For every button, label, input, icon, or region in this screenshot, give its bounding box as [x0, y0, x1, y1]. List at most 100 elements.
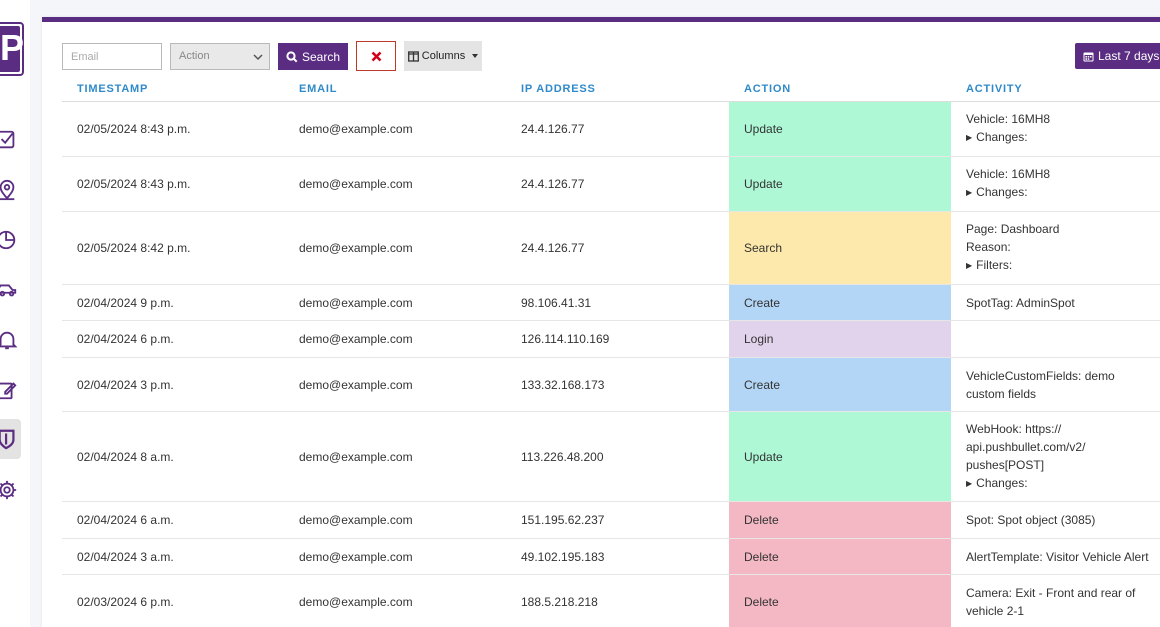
column-header-timestamp[interactable]: TIMESTAMP: [62, 79, 284, 102]
table-row: 02/03/2024 6 p.m. demo@example.com 188.5.2…: [62, 574, 1160, 627]
search-button[interactable]: Search: [278, 43, 348, 70]
activity-line: Vehicle: 16MH8: [966, 112, 1051, 126]
caret-down-icon: [472, 54, 479, 58]
sidebar-item-reports[interactable]: [0, 227, 20, 253]
details-toggle[interactable]: ▶ Changes:: [966, 474, 1160, 494]
table-header-row: TIMESTAMP EMAIL IP ADDRESS ACTION ACTIVI…: [62, 79, 1160, 102]
ip-address-cell: 98.106.41.31: [506, 284, 729, 321]
activity-cell: [951, 320, 1160, 358]
activity-line: WebHook: https://: [966, 421, 1062, 436]
email-cell: demo@example.com: [284, 156, 506, 212]
activity-cell: Spot: Spot object (3085): [951, 501, 1160, 539]
search-icon: [286, 50, 298, 62]
action-filter-value: Action: [179, 50, 210, 62]
sidebar-item-audit[interactable]: [0, 426, 20, 452]
action-cell: Update: [729, 411, 951, 502]
expand-triangle-icon: ▶: [966, 188, 973, 197]
expand-triangle-icon: ▶: [966, 261, 973, 270]
search-button-label: Search: [301, 49, 341, 64]
activity-line: Reason:: [966, 240, 1011, 254]
date-range-button[interactable]: Last 7 days: [1075, 43, 1160, 69]
columns-dropdown-button[interactable]: Columns: [404, 41, 482, 71]
table-row: 02/05/2024 8:43 p.m. demo@example.com 24.4…: [62, 101, 1160, 157]
gear-icon: [0, 480, 17, 500]
email-cell: demo@example.com: [284, 411, 506, 502]
details-toggle-label: Filters:: [976, 258, 1013, 272]
timestamp-cell: 02/04/2024 8 a.m.: [62, 411, 284, 502]
activity-line: SpotTag: AdminSpot: [966, 295, 1075, 310]
column-header-action[interactable]: ACTION: [729, 79, 951, 102]
ip-address-cell: 126.114.110.169: [506, 320, 729, 358]
calendar-icon: [1083, 52, 1094, 61]
details-toggle-label: Changes:: [976, 130, 1028, 144]
sidebar-item-edit[interactable]: [0, 377, 20, 403]
clear-filters-button[interactable]: [356, 41, 396, 71]
table-row: 02/04/2024 3 p.m. demo@example.com 133.32.…: [62, 357, 1160, 412]
details-toggle-label: Changes:: [976, 475, 1028, 490]
timestamp-cell: 02/04/2024 3 p.m.: [62, 357, 284, 412]
expand-triangle-icon: ▶: [966, 133, 973, 142]
chevron-down-icon: [253, 54, 263, 61]
ip-address-cell: 24.4.126.77: [506, 211, 729, 285]
action-cell: Update: [729, 156, 951, 212]
timestamp-cell: 02/03/2024 6 p.m.: [62, 574, 284, 627]
timestamp-cell: 02/04/2024 6 p.m.: [62, 320, 284, 358]
column-header-ip-address[interactable]: IP ADDRESS: [506, 79, 729, 102]
columns-button-label: Columns: [421, 50, 466, 62]
timestamp-cell: 02/05/2024 8:43 p.m.: [62, 101, 284, 157]
details-toggle[interactable]: ▶ Changes:: [966, 183, 1160, 203]
sidebar: P: [0, 0, 30, 627]
bell-icon: [0, 331, 18, 350]
email-cell: demo@example.com: [284, 211, 506, 285]
email-cell: demo@example.com: [284, 357, 506, 412]
sidebar-item-tasks[interactable]: [0, 127, 20, 153]
ip-address-cell: 24.4.126.77: [506, 101, 729, 157]
checkbox-icon: [0, 130, 15, 149]
ip-address-cell: 49.102.195.183: [506, 538, 729, 575]
ip-address-cell: 24.4.126.77: [506, 156, 729, 212]
shield-icon: [0, 429, 15, 450]
app-logo[interactable]: P: [0, 22, 24, 76]
table-row: 02/04/2024 9 p.m. demo@example.com 98.106.…: [62, 284, 1160, 321]
sidebar-item-alerts[interactable]: [0, 327, 20, 353]
timestamp-cell: 02/04/2024 9 p.m.: [62, 284, 284, 321]
details-toggle[interactable]: ▶ Filters:: [966, 256, 1160, 276]
action-filter-select[interactable]: Action: [170, 43, 270, 70]
details-toggle[interactable]: ▶ Changes:: [966, 128, 1160, 148]
activity-cell: WebHook: https:// api.pushbullet.com/v2/p…: [951, 411, 1160, 502]
activity-cell: VehicleCustomFields: demo custom fields: [951, 357, 1160, 412]
date-range-label: Last 7 days: [1098, 49, 1160, 63]
action-cell: Login: [729, 320, 951, 358]
email-filter-input[interactable]: [62, 43, 162, 70]
audit-log-table: TIMESTAMP EMAIL IP ADDRESS ACTION ACTIVI…: [62, 79, 1160, 627]
table-row: 02/04/2024 3 a.m. demo@example.com 49.102.…: [62, 538, 1160, 575]
details-toggle-label: Changes:: [976, 185, 1028, 199]
sidebar-item-vehicles[interactable]: [0, 277, 20, 303]
ip-address-cell: 188.5.218.218: [506, 574, 729, 627]
location-pin-icon: [0, 179, 15, 201]
ip-address-cell: 133.32.168.173: [506, 357, 729, 412]
column-header-email[interactable]: EMAIL: [284, 79, 506, 102]
action-cell: Delete: [729, 538, 951, 575]
activity-line: Vehicle: 16MH8: [966, 167, 1051, 181]
action-cell: Search: [729, 211, 951, 285]
activity-cell: Page: Dashboard Reason: ▶ Filters:: [951, 211, 1160, 285]
activity-cell: Camera: Exit - Front and rear of vehicle …: [951, 574, 1160, 627]
activity-line: vehicle 2-1: [966, 603, 1025, 618]
sidebar-item-locations[interactable]: [0, 177, 20, 203]
ip-address-cell: 151.195.62.237: [506, 501, 729, 539]
activity-line: Spot: Spot object (3085): [966, 513, 1096, 527]
timestamp-cell: 02/04/2024 6 a.m.: [62, 501, 284, 539]
activity-cell: Vehicle: 16MH8 ▶ Changes:: [951, 101, 1160, 157]
timestamp-cell: 02/05/2024 8:42 p.m.: [62, 211, 284, 285]
activity-line: Page: Dashboard: [966, 222, 1060, 236]
timestamp-cell: 02/04/2024 3 a.m.: [62, 538, 284, 575]
action-cell: Update: [729, 101, 951, 157]
email-cell: demo@example.com: [284, 501, 506, 539]
activity-cell: SpotTag: AdminSpot: [951, 284, 1160, 321]
audit-log-rows: 02/05/2024 8:43 p.m. demo@example.com 24.4…: [62, 101, 1160, 627]
activity-cell: Vehicle: 16MH8 ▶ Changes:: [951, 156, 1160, 212]
sidebar-item-settings[interactable]: [0, 477, 20, 503]
column-header-activity[interactable]: ACTIVITY: [951, 79, 1160, 102]
action-cell: Delete: [729, 501, 951, 539]
